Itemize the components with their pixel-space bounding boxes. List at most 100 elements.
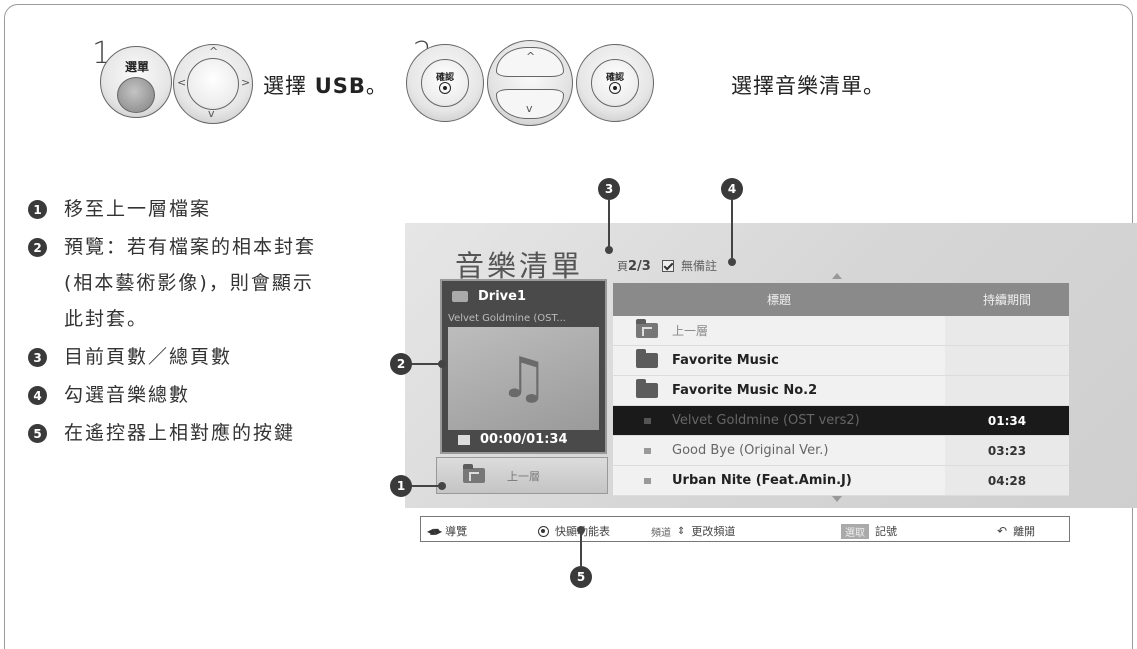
up-button-lens: ^ xyxy=(496,47,564,77)
music-file-icon xyxy=(644,417,651,424)
page-prefix: 頁 xyxy=(617,260,628,273)
page-value: 2/3 xyxy=(628,259,651,274)
help-navigate-label: 導覽 xyxy=(445,525,468,538)
legend-item-3: 3 目前頁數／總頁數 xyxy=(28,338,373,376)
legend-text-3: 目前頁數／總頁數 xyxy=(64,346,233,368)
help-mark-label: 記號 xyxy=(875,525,897,538)
callout-5-line xyxy=(580,530,582,568)
callout-3-line xyxy=(608,200,610,250)
number-badge-1: 1 xyxy=(28,200,47,219)
legend-text-1: 移至上一層檔案 xyxy=(64,198,212,220)
preview-track-title: Velvet Goldmine (OST... xyxy=(448,313,566,324)
folder-icon xyxy=(636,349,658,368)
legend-item-4: 4 勾選音樂總數 xyxy=(28,376,373,414)
help-exit: ↶ 離開 xyxy=(997,523,1035,539)
album-art: ♫ xyxy=(448,327,599,430)
playback-time-row: 00:00/01:34 xyxy=(458,432,568,447)
scroll-down-icon[interactable] xyxy=(832,496,842,502)
callout-3-dot xyxy=(605,246,613,254)
list-item-duration xyxy=(945,316,1069,345)
up-folder-label: 上一層 xyxy=(507,469,540,483)
callout-2: 2 xyxy=(390,353,412,375)
legend-text-2b: (相本藝術影像)，則會顯示 xyxy=(64,272,314,294)
list-item-name: Favorite Music xyxy=(672,353,779,368)
callout-4-dot xyxy=(728,258,736,266)
menu-button-label: 選單 xyxy=(124,60,149,74)
music-note-icon: ♫ xyxy=(498,345,549,411)
help-change-channel-label: 更改頻道 xyxy=(691,525,736,538)
list-item-track[interactable]: Urban Nite (Feat.Amin.J) 04:28 xyxy=(613,466,1069,496)
column-duration: 持續期間 xyxy=(982,293,1031,307)
page-indicator: 頁2/3 xyxy=(617,258,651,274)
checkbox-icon xyxy=(662,259,674,272)
preview-panel: Drive1 Velvet Goldmine (OST... ♫ 00:00/0… xyxy=(440,279,607,454)
ok-icon xyxy=(439,82,451,94)
list-item-track[interactable]: Good Bye (Original Ver.) 03:23 xyxy=(613,436,1069,466)
playback-time: 00:00/01:34 xyxy=(480,432,568,447)
list-item-duration: 04:28 xyxy=(945,466,1069,495)
list-item-folder[interactable]: Favorite Music xyxy=(613,346,1069,376)
file-list: 標題 持續期間 上一層 Favorite Music Favorite Musi… xyxy=(613,283,1069,496)
list-item-duration xyxy=(945,376,1069,405)
list-item-duration xyxy=(945,346,1069,375)
ok-icon xyxy=(538,525,549,537)
number-badge-4: 4 xyxy=(28,386,47,405)
folder-up-icon xyxy=(463,464,485,483)
music-file-icon xyxy=(644,477,651,484)
ok-button-inner-2: 確認 xyxy=(591,59,639,107)
ok-button-illustration-1: 確認 xyxy=(406,44,484,122)
scroll-up-icon[interactable] xyxy=(832,273,842,279)
number-badge-5: 5 xyxy=(28,424,47,443)
step-1-prefix: 選擇 xyxy=(263,74,315,98)
dpad-center xyxy=(187,58,239,110)
list-item-name: Urban Nite (Feat.Amin.J) xyxy=(672,473,852,488)
legend-item-2-cont: (相本藝術影像)，則會顯示 xyxy=(28,264,373,302)
help-mark: 選取 記號 xyxy=(841,523,897,539)
number-badge-3: 3 xyxy=(28,348,47,367)
up-folder-button[interactable]: 上一層 xyxy=(436,457,608,494)
music-file-icon xyxy=(644,447,651,454)
legend-item-1: 1 移至上一層檔案 xyxy=(28,190,373,228)
mark-indicator: 無備註 xyxy=(662,257,717,274)
chevron-left-icon: < xyxy=(177,76,187,89)
step-2-instruction: 選擇音樂清單。 xyxy=(731,74,885,98)
number-badge-2: 2 xyxy=(28,238,47,257)
up-down-button-illustration: ^ v xyxy=(487,40,573,126)
legend-text-2c: 此封套。 xyxy=(64,308,149,330)
drive-label: Drive1 xyxy=(478,289,526,304)
stop-icon xyxy=(458,434,470,445)
step-1-usb: USB xyxy=(314,74,366,98)
chevron-up-icon: ^ xyxy=(209,45,219,58)
menu-button-illustration: 選單 xyxy=(100,46,172,118)
legend-item-2: 2 預覽：若有檔案的相本封套 xyxy=(28,228,373,266)
mark-key-label: 選取 xyxy=(841,523,869,539)
menu-button-dot xyxy=(117,77,155,113)
callout-4: 4 xyxy=(721,178,743,200)
help-change-channel: 頻道 ⇕ 更改頻道 xyxy=(651,523,735,539)
list-item-name: Velvet Goldmine (OST vers2) xyxy=(672,413,860,428)
chevron-up-icon: ^ xyxy=(526,50,536,63)
legend-text-2: 預覽：若有檔案的相本封套 xyxy=(64,236,317,258)
callout-1-dot xyxy=(438,482,446,490)
channel-updown-icon: ⇕ xyxy=(677,525,686,537)
mark-label: 無備註 xyxy=(681,259,718,273)
chevron-right-icon: > xyxy=(241,76,251,89)
legend-item-5: 5 在遙控器上相對應的按鍵 xyxy=(28,414,373,452)
ok-button-inner-1: 確認 xyxy=(421,59,469,107)
list-header: 標題 持續期間 xyxy=(613,283,1069,316)
help-bar: ◂▴▾▸ 導覽 快顯功能表 頻道 ⇕ 更改頻道 選取 記號 ↶ 離開 xyxy=(420,516,1070,542)
callout-5: 5 xyxy=(570,566,592,588)
callout-1: 1 xyxy=(390,475,412,497)
ok-button-illustration-2: 確認 xyxy=(576,44,654,122)
list-item-name: Favorite Music No.2 xyxy=(672,383,818,398)
list-item-track-selected[interactable]: Velvet Goldmine (OST vers2) 01:34 xyxy=(613,406,1069,436)
callout-4-line xyxy=(731,200,733,262)
dpad-illustration: ^ v < > xyxy=(173,44,253,124)
drive-icon xyxy=(452,291,468,302)
list-item-up[interactable]: 上一層 xyxy=(613,316,1069,346)
callout-3: 3 xyxy=(598,178,620,200)
help-navigate: ◂▴▾▸ 導覽 xyxy=(427,523,467,539)
step-1-suffix: 。 xyxy=(365,74,388,98)
ok-icon xyxy=(609,82,621,94)
list-item-folder[interactable]: Favorite Music No.2 xyxy=(613,376,1069,406)
